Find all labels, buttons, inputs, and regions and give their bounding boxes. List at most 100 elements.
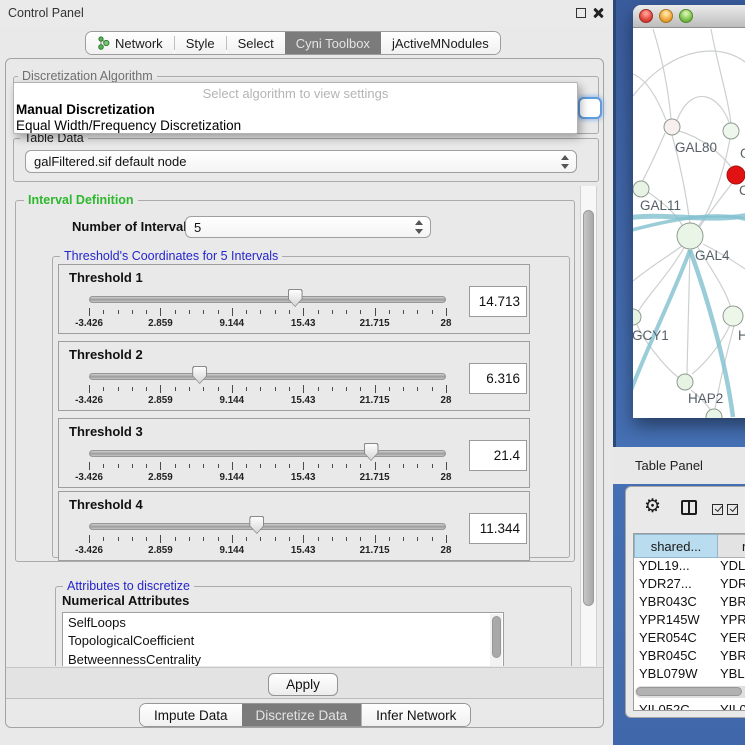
cell-name[interactable]: YDL1 — [720, 558, 745, 576]
table-row[interactable]: YDR27...YDR2 — [634, 576, 745, 594]
attribute-item[interactable]: TopologicalCoefficient — [63, 632, 503, 651]
bottom-tabbar: Impute Data Discretize Data Infer Networ… — [139, 703, 471, 727]
cell-name[interactable]: YER0 — [720, 630, 745, 648]
slider-tick — [318, 387, 319, 391]
cell-name[interactable]: YDR2 — [720, 576, 745, 594]
minimize-traffic-light-icon[interactable] — [659, 9, 673, 23]
network-node[interactable] — [677, 223, 703, 249]
network-node[interactable] — [664, 119, 680, 135]
main-vertical-scrollbar[interactable] — [580, 186, 597, 666]
network-svg: GAL80 GA C GAL11 GAL4 GCY1 H HAP2 — [633, 29, 745, 418]
slider-thumb[interactable] — [288, 289, 303, 307]
table-row[interactable]: YDL19...YDL1 — [634, 558, 745, 576]
network-node[interactable] — [723, 123, 739, 139]
cell-shared-name[interactable]: YER054C — [634, 630, 720, 648]
cell-name[interactable]: YPR1 — [720, 612, 745, 630]
cell-name[interactable]: YBR0 — [720, 594, 745, 612]
tab-style[interactable]: Style — [175, 32, 226, 54]
slider-thumb[interactable] — [364, 443, 379, 461]
network-node-selected[interactable] — [727, 166, 745, 184]
top-tabbar: Network Style Select Cyni Toolbox jActiv… — [85, 31, 501, 55]
cell-name[interactable]: YBR0 — [720, 648, 745, 666]
threshold-slider-track[interactable] — [89, 373, 446, 380]
cell-name[interactable]: YBL0 — [720, 666, 745, 684]
split-columns-icon[interactable] — [681, 500, 697, 515]
slider-scale-label: 2.859 — [148, 395, 173, 406]
network-canvas[interactable]: GAL80 GA C GAL11 GAL4 GCY1 H HAP2 — [633, 29, 745, 418]
slider-scale-label: 15.43 — [291, 318, 316, 329]
cell-name[interactable]: YIL0 — [720, 702, 745, 711]
slider-tick — [246, 537, 247, 541]
checkbox-icon[interactable] — [712, 504, 723, 515]
tab-impute-data[interactable]: Impute Data — [140, 704, 242, 726]
tab-discretize-data[interactable]: Discretize Data — [242, 704, 362, 726]
cell-shared-name[interactable]: YDR27... — [634, 576, 720, 594]
tab-jactivemnodules[interactable]: jActiveMNodules — [381, 32, 500, 54]
cell-shared-name[interactable]: YPR145W — [634, 612, 720, 630]
threshold-value-field[interactable]: 14.713 — [469, 286, 527, 317]
tab-infer-network[interactable]: Infer Network — [361, 704, 470, 726]
attribute-item[interactable]: SelfLoops — [63, 613, 503, 632]
table-row[interactable]: YER054CYER0 — [634, 630, 745, 648]
cell-shared-name[interactable]: YBR043C — [634, 594, 720, 612]
number-of-intervals-combobox[interactable]: 5 — [185, 216, 431, 238]
network-node[interactable] — [633, 309, 641, 325]
slider-tick — [218, 310, 219, 314]
combo-stepper-icon — [560, 155, 569, 169]
cell-shared-name[interactable]: YDL19... — [634, 558, 720, 576]
slider-tick — [389, 387, 390, 391]
slider-scale-label: -3.426 — [75, 318, 103, 329]
slider-thumb[interactable] — [249, 516, 264, 534]
network-node[interactable] — [723, 306, 743, 326]
slider-scale: -3.4262.8599.14415.4321.71528 — [59, 545, 529, 557]
slider-tick — [118, 387, 119, 391]
network-edges — [633, 29, 745, 412]
threshold-value-field[interactable]: 11.344 — [469, 513, 527, 544]
cell-shared-name[interactable]: YIL052C — [634, 702, 720, 711]
attribute-item[interactable]: BetweennessCentrality — [63, 650, 503, 666]
algorithm-option-manual[interactable]: Manual Discretization — [16, 102, 155, 117]
network-node[interactable] — [706, 409, 722, 418]
cell-shared-name[interactable]: YBR045C — [634, 648, 720, 666]
slider-thumb[interactable] — [192, 366, 207, 384]
zoom-traffic-light-icon[interactable] — [679, 9, 693, 23]
table-row[interactable]: YBR043CYBR0 — [634, 594, 745, 612]
list-scrollbar-thumb[interactable] — [492, 616, 501, 658]
slider-tick — [160, 385, 161, 393]
float-window-icon[interactable] — [576, 8, 586, 18]
table-row[interactable]: YIL052CYIL0 — [634, 702, 745, 711]
threshold-value-field[interactable]: 21.4 — [469, 440, 527, 471]
close-icon[interactable] — [592, 7, 604, 19]
slider-tick — [132, 464, 133, 468]
table-horizontal-scrollbar[interactable] — [635, 686, 745, 698]
algorithm-combobox[interactable] — [578, 97, 602, 119]
threshold-slider-track[interactable] — [89, 450, 446, 457]
slider-tick — [246, 464, 247, 468]
threshold-slider-track[interactable] — [89, 296, 446, 303]
cell-shared-name[interactable]: YBL079W — [634, 666, 720, 684]
threshold-slider-track[interactable] — [89, 523, 446, 530]
list-scrollbar[interactable] — [490, 614, 502, 666]
network-node[interactable] — [677, 374, 693, 390]
table-hscrollbar-thumb[interactable] — [636, 687, 742, 696]
table-row[interactable]: YBL079WYBL0 — [634, 666, 745, 684]
tab-network[interactable]: Network — [86, 32, 174, 54]
tab-select[interactable]: Select — [227, 32, 285, 54]
checkbox-icon[interactable] — [727, 504, 738, 515]
network-node[interactable] — [633, 181, 649, 197]
column-header-shared-name[interactable]: shared... — [634, 534, 718, 558]
column-header-name[interactable]: na — [718, 534, 745, 558]
close-traffic-light-icon[interactable] — [639, 9, 653, 23]
apply-button[interactable]: Apply — [268, 673, 338, 696]
threshold-value-field[interactable]: 6.316 — [469, 363, 527, 394]
algorithm-option-equal-width[interactable]: Equal Width/Frequency Discretization — [16, 118, 241, 133]
table-row[interactable]: YPR145WYPR1 — [634, 612, 745, 630]
tab-cyni-toolbox[interactable]: Cyni Toolbox — [285, 32, 381, 54]
table-data-combobox[interactable]: galFiltered.sif default node — [25, 150, 577, 173]
table-row[interactable]: YBR045CYBR0 — [634, 648, 745, 666]
numerical-attributes-label: Numerical Attributes — [62, 593, 189, 608]
network-window-titlebar[interactable] — [633, 5, 745, 28]
slider-tick — [446, 308, 447, 316]
main-scrollbar-thumb[interactable] — [583, 210, 594, 606]
gear-icon[interactable]: ⚙ — [644, 497, 661, 517]
